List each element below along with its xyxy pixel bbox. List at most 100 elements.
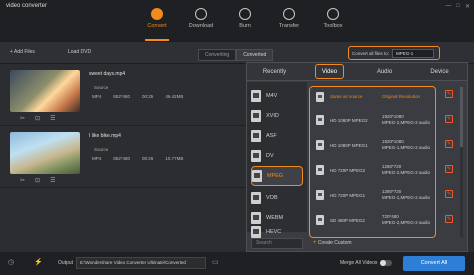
- format-item-hevc[interactable]: HEVC: [251, 226, 303, 238]
- edit-icon[interactable]: ✎: [445, 215, 453, 223]
- file-meta: MP4 852*480 00:25 46.42MB: [92, 94, 183, 99]
- file-list: ✂ ⊡ ☰ sweet days.mp4 Source MP4 852*480 …: [0, 64, 246, 251]
- nav-tab-transfer[interactable]: Transfer: [267, 8, 311, 29]
- file-format-icon: [251, 90, 261, 102]
- tab-recently[interactable]: Recently: [247, 63, 302, 80]
- preset-scrollbar[interactable]: [460, 87, 463, 237]
- file-name: sweet days.mp4: [89, 71, 126, 77]
- convert-all-button[interactable]: Convert All: [403, 256, 465, 271]
- format-category-tabs: Recently Video Audio Device: [247, 63, 467, 81]
- title-bar: video converter — □ ✕ Convert Download B…: [0, 0, 474, 42]
- close-icon[interactable]: ✕: [465, 3, 470, 10]
- file-format-icon: [251, 110, 261, 122]
- edit-tools: ✂ ⊡ ☰: [20, 115, 55, 122]
- tab-audio[interactable]: Audio: [357, 63, 412, 80]
- file-format-icon: [251, 130, 261, 142]
- preset-item[interactable]: HD 1080P MPEG2 1920*1080 MPEG-2,MPEG-2 au…: [316, 112, 436, 132]
- speed-icon[interactable]: ⚡: [34, 258, 43, 266]
- effects-icon[interactable]: ☰: [50, 177, 55, 184]
- file-format-icon: [251, 150, 261, 162]
- maximize-icon[interactable]: □: [456, 3, 460, 10]
- file-format-icon: [251, 226, 261, 238]
- merge-toggle[interactable]: [380, 260, 392, 266]
- file-format-icon: [251, 192, 261, 204]
- clock-icon[interactable]: ◷: [8, 258, 14, 266]
- resolution: 852*480: [113, 156, 131, 161]
- format-list: M4V XVID ASF DV MPEG VOB WEBM HEVC: [247, 82, 307, 238]
- preset-name: Same as source: [330, 94, 363, 99]
- preset-name: SD 480P MPEG2: [330, 218, 365, 223]
- merge-label: Merge All Videos: [340, 260, 378, 266]
- edit-icon[interactable]: ✎: [445, 90, 453, 98]
- toolbar: + Add Files Load DVD Converting Converte…: [0, 42, 474, 64]
- download-icon: [195, 8, 207, 20]
- edit-icon[interactable]: ✎: [445, 140, 453, 148]
- preset-details: 1280*720 MPEG-1,MPEG-2 audio: [382, 189, 431, 200]
- preset-item[interactable]: HD 720P MPEG1 1280*720 MPEG-1,MPEG-2 audi…: [316, 187, 436, 207]
- format-item-xvid[interactable]: XVID: [251, 106, 303, 126]
- crop-icon[interactable]: ⊡: [35, 177, 40, 184]
- folder-icon[interactable]: ▭: [212, 258, 219, 266]
- convert-all-label: Convert all files to:: [352, 50, 390, 56]
- format-item-webm[interactable]: WEBM: [251, 208, 303, 228]
- preset-icon: [316, 215, 324, 225]
- edit-icon[interactable]: ✎: [445, 115, 453, 123]
- format-item-mpeg[interactable]: MPEG: [251, 166, 303, 186]
- plus-icon: +: [313, 240, 317, 246]
- video-thumbnail[interactable]: [10, 132, 80, 174]
- edit-icon[interactable]: ✎: [445, 190, 453, 198]
- edit-icon[interactable]: ✎: [445, 165, 453, 173]
- duration: 00:25: [142, 94, 154, 99]
- format-item-asf[interactable]: ASF: [251, 126, 303, 146]
- trim-icon[interactable]: ✂: [20, 177, 25, 184]
- preset-item[interactable]: Same as source Original Resolution: [316, 89, 436, 109]
- preset-icon: [316, 190, 324, 200]
- load-dvd-button[interactable]: Load DVD: [68, 49, 91, 55]
- file-name: I like bike.mp4: [89, 133, 121, 139]
- preset-details: 1920*1080 MPEG-2,MPEG-2 audio: [382, 114, 431, 125]
- duration: 00:26: [142, 156, 154, 161]
- format: MP4: [92, 94, 102, 99]
- file-item[interactable]: ✂ ⊡ ☰ I like bike.mp4 Source MP4 852*480…: [0, 126, 246, 188]
- window-controls: — □ ✕: [445, 3, 470, 10]
- format-item-m4v[interactable]: M4V: [251, 86, 303, 106]
- tab-converted[interactable]: Converted: [236, 49, 274, 61]
- effects-icon[interactable]: ☰: [50, 115, 55, 122]
- preset-item[interactable]: HD 1080P MPEG1 1920*1080 MPEG-1,MPEG-2 au…: [316, 137, 436, 157]
- tab-video[interactable]: Video: [302, 63, 357, 80]
- preset-details: 1280*720 MPEG-2,MPEG-2 audio: [382, 164, 431, 175]
- preset-item[interactable]: HD 720P MPEG2 1280*720 MPEG-2,MPEG-2 audi…: [316, 162, 436, 182]
- preset-name: HD 1080P MPEG2: [330, 118, 368, 123]
- format-search-input[interactable]: Search: [251, 238, 303, 249]
- status-tabs: Converting Converted: [198, 49, 274, 61]
- tab-converting[interactable]: Converting: [198, 49, 237, 61]
- nav-tab-toolbox[interactable]: Toolbox: [311, 8, 355, 29]
- tab-device[interactable]: Device: [412, 63, 467, 80]
- create-custom-button[interactable]: + Create Custom: [313, 240, 352, 246]
- file-meta: MP4 852*480 00:26 10.77MB: [92, 156, 183, 161]
- nav-tab-convert[interactable]: Convert: [135, 8, 179, 41]
- resolution: 852*480: [113, 94, 131, 99]
- add-files-button[interactable]: + Add Files: [10, 49, 35, 55]
- crop-icon[interactable]: ⊡: [35, 115, 40, 122]
- video-thumbnail[interactable]: [10, 70, 80, 112]
- nav-tab-burn[interactable]: Burn: [223, 8, 267, 29]
- format-item-dv[interactable]: DV: [251, 146, 303, 166]
- file-item[interactable]: ✂ ⊡ ☰ sweet days.mp4 Source MP4 852*480 …: [0, 64, 246, 126]
- preset-icon: [316, 115, 324, 125]
- file-size: 10.77MB: [165, 156, 184, 161]
- nav-tab-download[interactable]: Download: [179, 8, 223, 29]
- convert-all-format-select[interactable]: MPEG-1: [392, 48, 435, 58]
- output-path-field[interactable]: E:\Wondershare Video Converter Ultimate\…: [76, 257, 206, 269]
- preset-list: Same as source Original Resolution HD 10…: [309, 86, 436, 238]
- preset-resolution: Original Resolution: [382, 94, 421, 99]
- file-format-icon: [251, 212, 261, 224]
- format-item-vob[interactable]: VOB: [251, 188, 303, 208]
- trim-icon[interactable]: ✂: [20, 115, 25, 122]
- footer-bar: ◷ ⚡ Output E:\Wondershare Video Converte…: [0, 252, 474, 275]
- output-label: Output: [58, 260, 74, 266]
- transfer-icon: [283, 8, 295, 20]
- minimize-icon[interactable]: —: [445, 3, 451, 10]
- preset-item[interactable]: SD 480P MPEG2 720*480 MPEG-2,MPEG-2 audio: [316, 212, 436, 232]
- main-nav: Convert Download Burn Transfer Toolbox: [135, 8, 355, 41]
